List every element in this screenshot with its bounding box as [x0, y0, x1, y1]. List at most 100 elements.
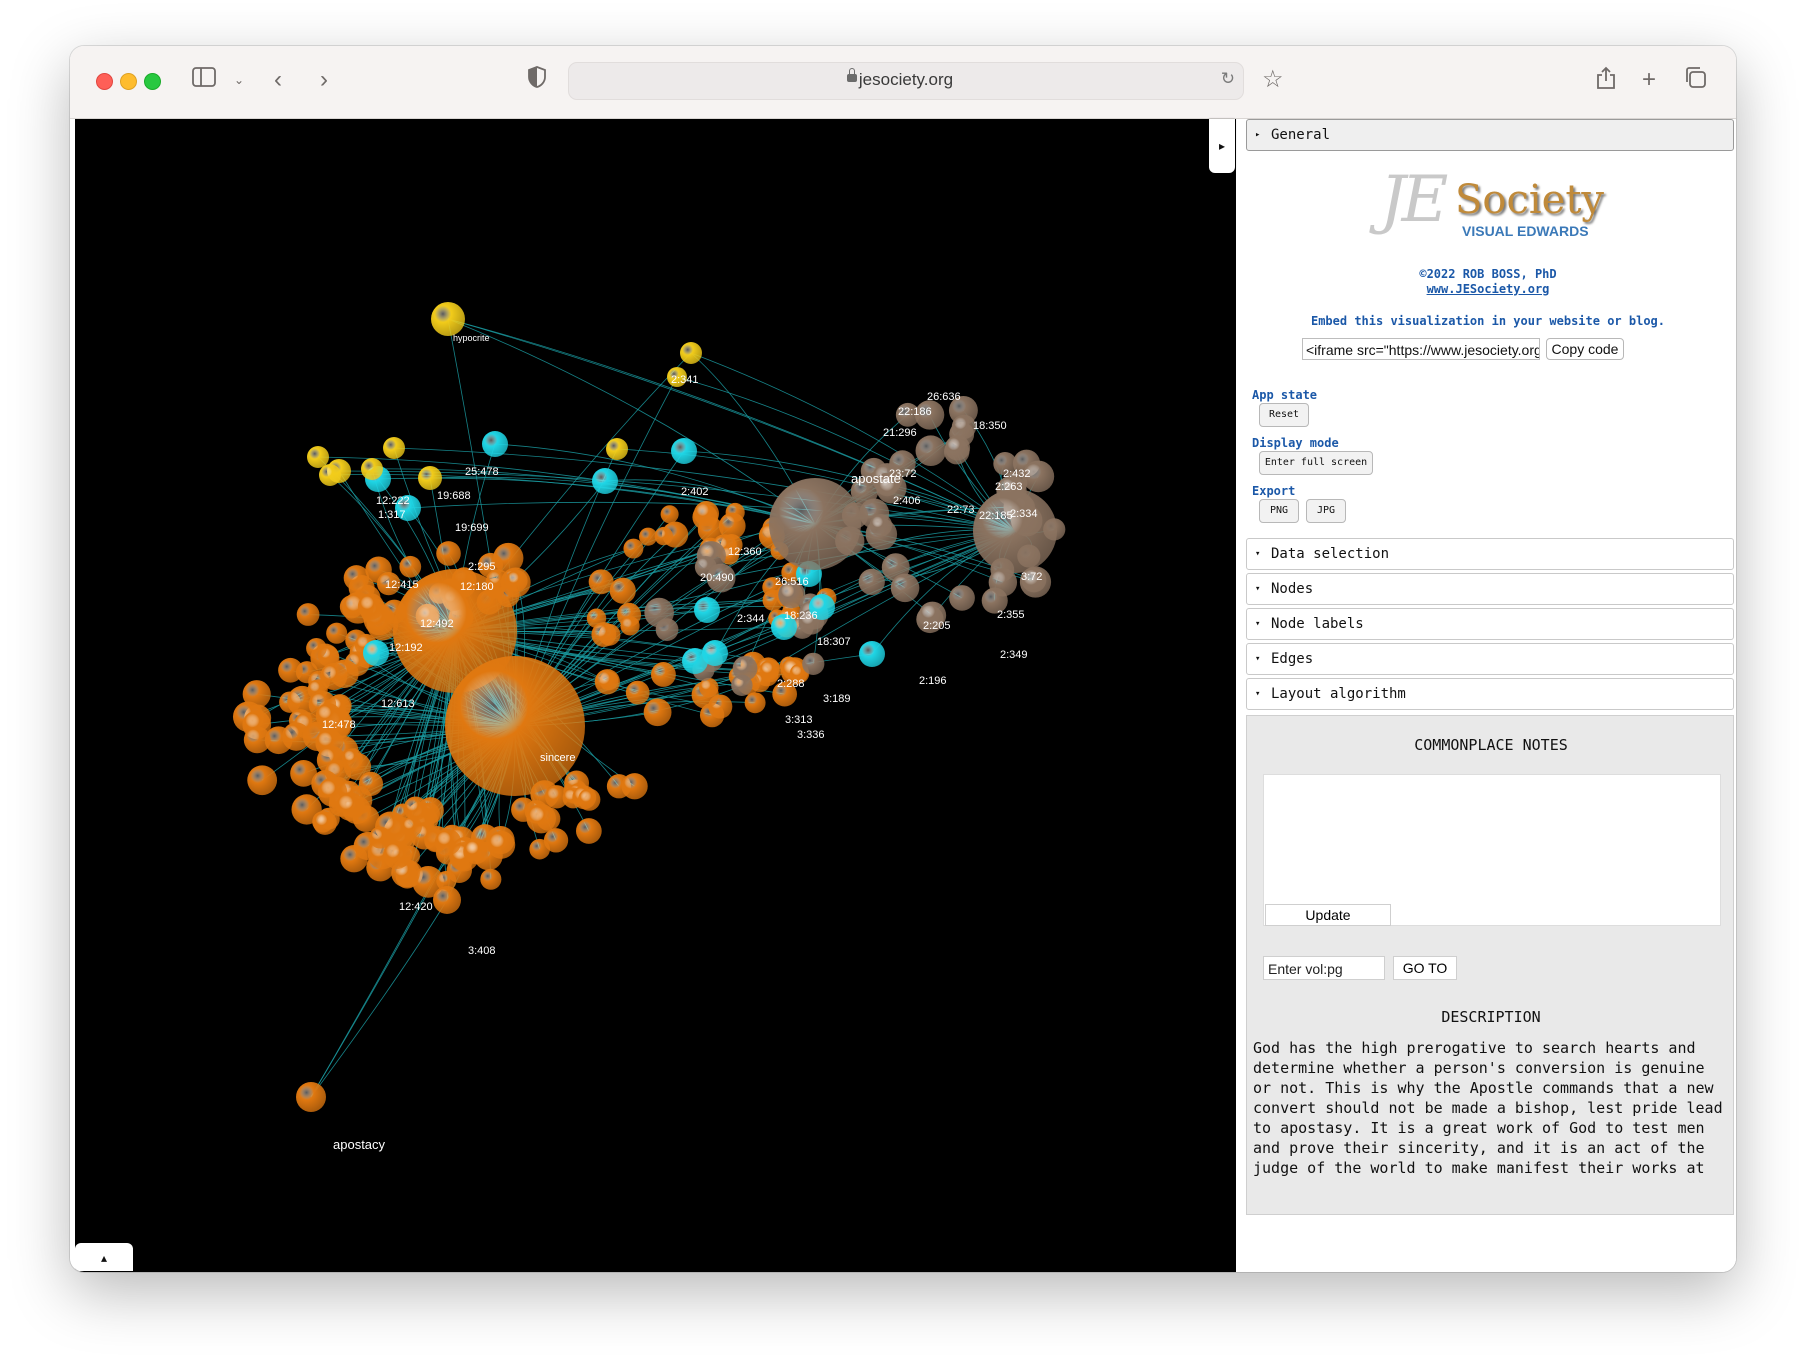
update-button[interactable]: Update	[1265, 904, 1391, 926]
graph-node[interactable]	[915, 435, 947, 466]
expand-bottom-button[interactable]: ▴	[75, 1243, 133, 1271]
minimize-window-button[interactable]	[120, 73, 137, 90]
graph-node[interactable]	[702, 640, 728, 666]
goto-button[interactable]: GO TO	[1393, 956, 1457, 980]
graph-node[interactable]	[660, 505, 679, 524]
graph-node[interactable]	[609, 577, 636, 604]
graph-node[interactable]	[654, 526, 674, 546]
new-tab-icon[interactable]: +	[1642, 66, 1656, 94]
graph-node[interactable]	[320, 662, 348, 691]
collapse-panel-button[interactable]: ▸	[1209, 119, 1235, 173]
graph-node[interactable]	[591, 622, 617, 647]
graph-node[interactable]	[487, 830, 516, 859]
section-nodes[interactable]: ▾ Nodes	[1246, 573, 1734, 605]
graph-node[interactable]	[650, 662, 676, 687]
back-arrow-icon[interactable]: ‹	[274, 66, 282, 94]
graph-node[interactable]	[480, 868, 502, 890]
credit-link[interactable]: www.JESociety.org	[1240, 282, 1736, 296]
graph-node[interactable]	[482, 431, 508, 457]
graph-canvas[interactable]: hypocriteapostateapostacysincere25:47819…	[75, 119, 1236, 1272]
reload-icon[interactable]: ↻	[1221, 69, 1235, 89]
embed-code-input[interactable]: <iframe src="https://www.jesociety.org/i	[1302, 338, 1540, 360]
section-edges[interactable]: ▾ Edges	[1246, 643, 1734, 675]
graph-node[interactable]	[282, 722, 311, 751]
graph-node[interactable]	[418, 466, 442, 490]
export-png-button[interactable]: PNG	[1259, 499, 1299, 523]
graph-node[interactable]	[361, 458, 383, 480]
bookmark-star-icon[interactable]: ☆	[1262, 66, 1284, 94]
graph-node[interactable]	[383, 437, 405, 459]
graph-node[interactable]	[575, 818, 602, 844]
zoom-window-button[interactable]	[144, 73, 161, 90]
graph-node[interactable]	[973, 489, 1057, 573]
graph-node[interactable]	[319, 464, 341, 486]
graph-node[interactable]	[577, 788, 601, 811]
graph-node[interactable]	[296, 1082, 326, 1112]
graph-node[interactable]	[526, 803, 556, 834]
graph-node[interactable]	[296, 603, 320, 626]
graph-node[interactable]	[399, 555, 422, 578]
graph-node[interactable]	[403, 796, 428, 821]
graph-node[interactable]	[858, 568, 885, 596]
graph-node[interactable]	[949, 585, 975, 611]
fullscreen-button[interactable]: Enter full screen	[1259, 451, 1373, 475]
graph-node[interactable]	[744, 692, 766, 714]
graph-node[interactable]	[620, 616, 640, 636]
graph-node[interactable]	[644, 597, 674, 628]
graph-node[interactable]	[859, 641, 885, 667]
share-icon[interactable]	[1596, 66, 1616, 97]
graph-node[interactable]	[639, 527, 658, 546]
sidebar-toggle-icon[interactable]	[192, 66, 216, 94]
section-general[interactable]: ▸ General	[1246, 119, 1734, 151]
graph-node[interactable]	[247, 765, 278, 796]
graph-node[interactable]	[433, 886, 461, 914]
graph-node[interactable]	[306, 637, 327, 659]
graph-node[interactable]	[606, 438, 628, 460]
graph-node[interactable]	[625, 680, 650, 705]
reset-button[interactable]: Reset	[1259, 403, 1309, 427]
graph-node[interactable]	[431, 302, 465, 336]
graph-node[interactable]	[340, 844, 368, 873]
graph-node[interactable]	[592, 468, 618, 494]
export-jpg-button[interactable]: JPG	[1306, 499, 1346, 523]
graph-node[interactable]	[463, 838, 489, 865]
graph-node[interactable]	[621, 773, 648, 800]
graph-node[interactable]	[436, 541, 461, 566]
graph-node[interactable]	[445, 656, 585, 796]
graph-node[interactable]	[363, 640, 389, 666]
graph-node[interactable]	[623, 538, 644, 559]
graph-node[interactable]	[802, 652, 825, 675]
copy-code-button[interactable]: Copy code	[1546, 338, 1624, 360]
graph-node[interactable]	[643, 698, 672, 727]
graph-node[interactable]	[693, 501, 720, 527]
close-window-button[interactable]	[96, 73, 113, 90]
graph-node[interactable]	[769, 478, 861, 570]
graph-node[interactable]	[307, 446, 329, 468]
graph-node[interactable]	[671, 438, 697, 464]
address-bar[interactable]: jesociety.org ↻	[568, 62, 1244, 100]
graph-node[interactable]	[278, 657, 303, 683]
forward-arrow-icon[interactable]: ›	[320, 66, 328, 94]
graph-node[interactable]	[383, 841, 411, 869]
graph-node[interactable]	[358, 771, 384, 796]
graph-node[interactable]	[694, 597, 720, 623]
graph-node[interactable]	[944, 435, 971, 461]
graph-node[interactable]	[680, 342, 702, 364]
network-graph[interactable]: hypocrite apostate apostacy sincere 25:478 19…	[75, 119, 1236, 1272]
graph-node[interactable]	[732, 655, 758, 681]
graph-node[interactable]	[401, 816, 422, 838]
tab-overview-icon[interactable]	[1684, 66, 1706, 95]
graph-node[interactable]	[869, 513, 893, 537]
graph-node[interactable]	[357, 593, 385, 620]
graph-node[interactable]	[890, 573, 920, 603]
graph-node[interactable]	[434, 828, 462, 856]
section-node-labels[interactable]: ▾ Node labels	[1246, 608, 1734, 640]
section-data-selection[interactable]: ▾ Data selection	[1246, 538, 1734, 570]
graph-node[interactable]	[326, 622, 348, 644]
graph-node[interactable]	[343, 565, 370, 591]
vol-page-input[interactable]: Enter vol:pg	[1263, 956, 1385, 980]
graph-node[interactable]	[335, 792, 365, 821]
graph-node[interactable]	[699, 677, 719, 698]
graph-node[interactable]	[313, 811, 337, 835]
section-layout-algorithm[interactable]: ▾ Layout algorithm	[1246, 678, 1734, 710]
